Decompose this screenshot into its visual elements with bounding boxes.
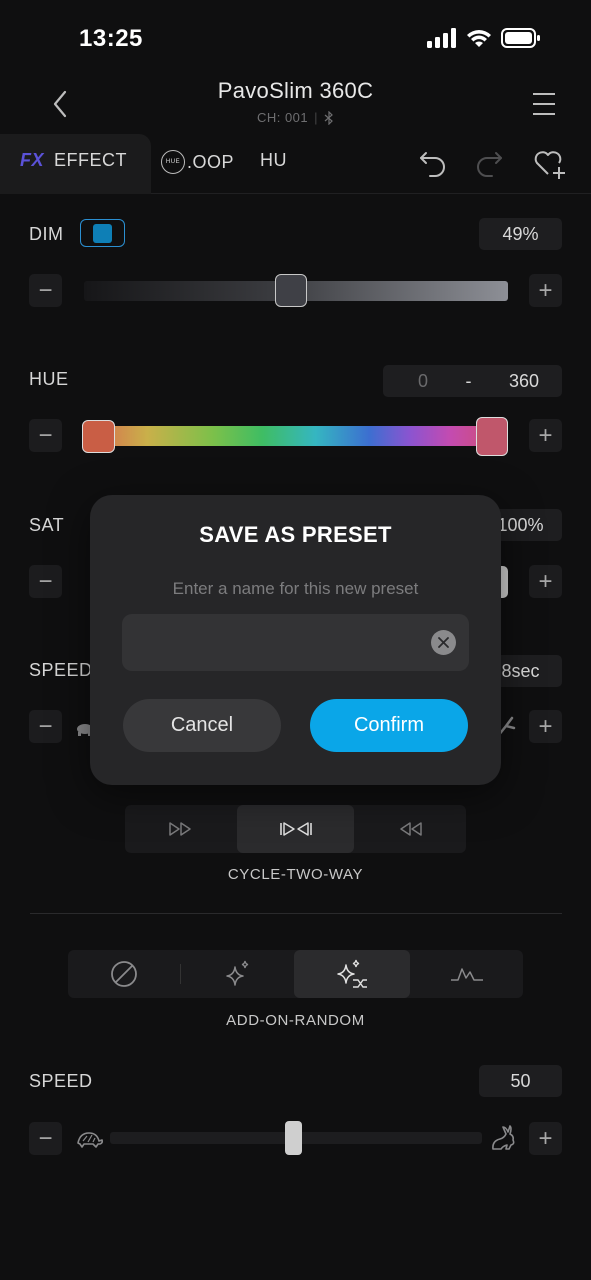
dim-value[interactable]: 49% [479, 218, 562, 250]
close-icon [438, 637, 449, 648]
hue-slider-thumb-max[interactable] [476, 417, 508, 456]
dim-label: DIM [29, 224, 64, 244]
sparkle-shuffle-icon [337, 959, 367, 988]
channel-label: CH: 001 [256, 110, 309, 125]
pulse-wave-icon [450, 968, 483, 981]
speed2-value[interactable]: 50 [479, 1065, 562, 1097]
header: PavoSlim 360C CH: 001 | [0, 78, 591, 127]
favorite-add-button[interactable] [533, 148, 567, 185]
speed-plus-button[interactable]: + [529, 710, 562, 743]
redo-button[interactable] [474, 147, 504, 184]
dim-plus-button[interactable]: + [529, 274, 562, 307]
fast-forward-icon [169, 822, 191, 836]
speed2-slider-thumb[interactable] [285, 1121, 302, 1155]
hue-badge-icon: HUE [161, 150, 185, 174]
hue-label: HUE [29, 369, 69, 389]
random-none-option[interactable] [68, 950, 180, 998]
tab-effect[interactable]: FX EFFECT [20, 150, 127, 171]
rewind-icon [400, 822, 422, 836]
undo-button[interactable] [418, 147, 448, 184]
hue-max-value[interactable]: 360 [509, 371, 539, 392]
bluetooth-icon [324, 110, 333, 125]
tab-hue-label: HU [260, 150, 287, 170]
hue-min-value[interactable]: 0 [418, 371, 428, 392]
page-title: PavoSlim 360C [217, 78, 374, 103]
speed-label: SPEED [29, 660, 93, 680]
speed2-label: SPEED [29, 1071, 93, 1091]
channel-info: CH: 001 | [257, 110, 334, 125]
direction-caption: CYCLE-TWO-WAY [227, 866, 364, 883]
sparkle-icon [225, 960, 248, 986]
menu-button[interactable] [530, 90, 558, 118]
direction-cycle-two-way-option[interactable] [237, 805, 354, 853]
speed2-minus-button[interactable]: − [29, 1122, 62, 1155]
hue-slider-thumb-min[interactable] [82, 420, 115, 453]
speed2-turtle-icon [74, 1127, 104, 1154]
direction-reverse-option[interactable] [354, 805, 466, 853]
prohibit-icon [111, 961, 137, 987]
dim-toggle-knob [93, 223, 112, 243]
preset-name-input[interactable] [122, 614, 469, 671]
hue-range-box: 0 - 360 [383, 365, 562, 397]
hue-range-separator: - [465, 370, 472, 391]
hue-slider-track[interactable] [90, 426, 500, 446]
dim-minus-button[interactable]: − [29, 274, 62, 307]
fx-icon: FX [20, 150, 45, 170]
modal-title: SAVE AS PRESET [199, 522, 392, 547]
hamburger-icon [533, 93, 555, 115]
undo-icon [420, 152, 445, 177]
speed-minus-button[interactable]: − [29, 710, 62, 743]
direction-segment [125, 805, 466, 853]
tab-hue-loop[interactable]: HUE .OOP [161, 150, 234, 174]
random-add-on-random-option[interactable] [294, 950, 410, 998]
modal-subtitle: Enter a name for this new preset [172, 579, 419, 598]
status-icons [427, 28, 541, 48]
battery-icon [501, 28, 540, 48]
confirm-button[interactable]: Confirm [310, 699, 468, 752]
wifi-icon [467, 30, 491, 47]
tab-effect-label: EFFECT [54, 150, 128, 170]
tab-hue-loop-label: .OOP [187, 151, 235, 172]
cancel-button[interactable]: Cancel [123, 699, 281, 752]
hue-minus-button[interactable]: − [29, 419, 62, 452]
redo-icon [477, 152, 502, 177]
random-pulse-option[interactable] [410, 950, 523, 998]
signal-icon [427, 28, 456, 48]
random-sparkle-option[interactable] [181, 950, 294, 998]
speed2-rabbit-icon [489, 1124, 517, 1157]
speed2-plus-button[interactable]: + [529, 1122, 562, 1155]
random-caption: ADD-ON-RANDOM [226, 1012, 365, 1029]
dim-slider-thumb[interactable] [275, 274, 307, 307]
heart-plus-icon [534, 151, 565, 179]
section-divider [30, 913, 562, 914]
cycle-two-way-icon [279, 822, 312, 836]
direction-forward-option[interactable] [125, 805, 237, 853]
dim-toggle[interactable] [80, 219, 125, 247]
hue-plus-button[interactable]: + [529, 419, 562, 452]
random-mode-segment [68, 950, 523, 998]
clear-input-button[interactable] [431, 630, 456, 655]
status-time: 13:25 [79, 25, 143, 52]
tab-hue[interactable]: HU [260, 150, 287, 171]
